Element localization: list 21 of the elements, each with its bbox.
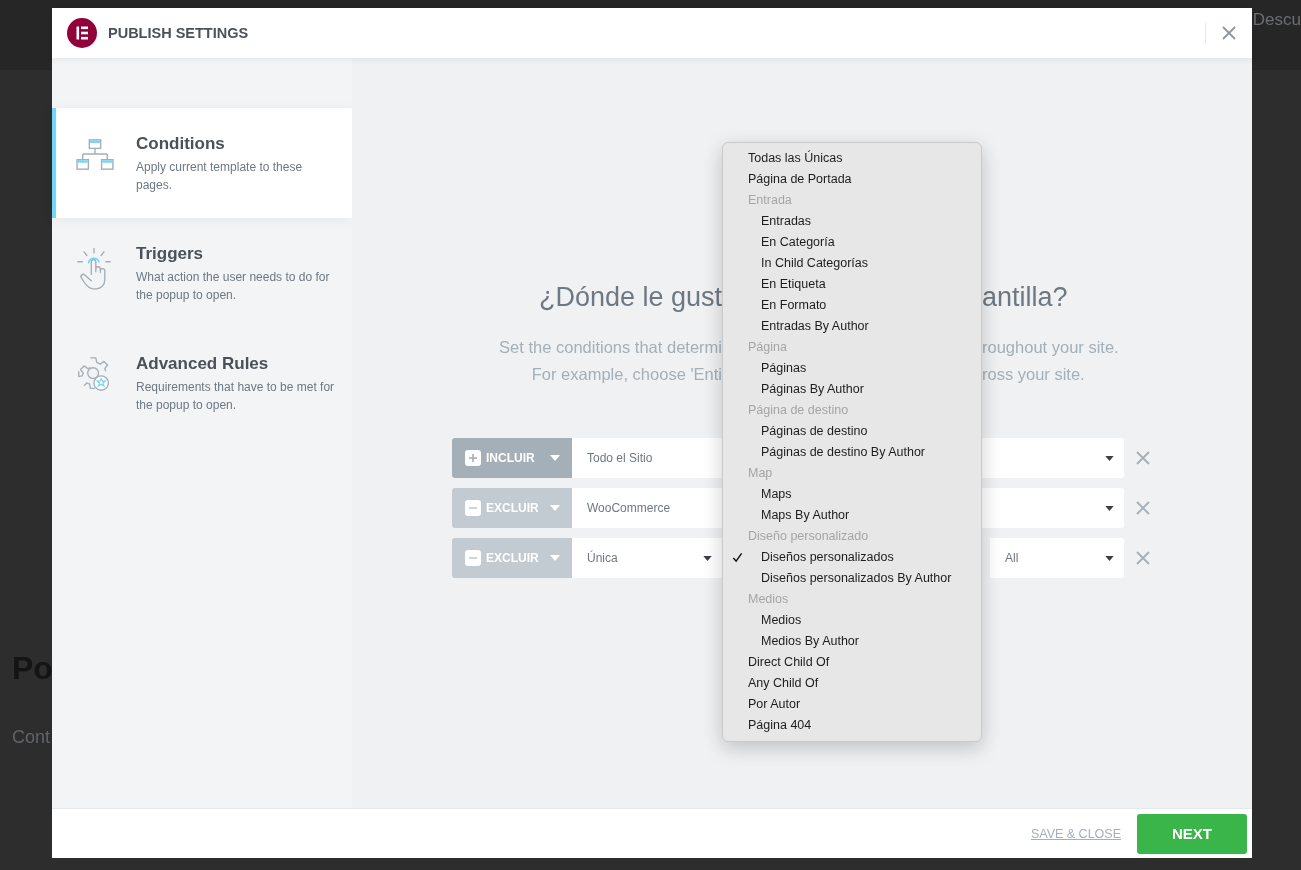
menu-group-label: Entrada [747,192,793,209]
description-text: Set the conditions that determi [498,337,722,358]
item-description: Requirements that have to be met for the popup to open. [136,379,336,414]
menu-group-label: Diseño personalizado [747,528,870,545]
background-text: Cont [12,727,51,748]
item-description: What action the user needs to do for the popup to open. [136,269,331,304]
heading: ¿Dónde le gust [537,281,722,314]
item-description: Apply current template to these pages. [136,159,304,194]
description-text: roughout your site. [982,337,1120,358]
item-title: Triggers [136,244,205,264]
menu-group-label: Página [747,339,788,356]
item-title: Conditions [136,134,226,154]
item-title: Advanced Rules [136,354,270,374]
window-title: PUBLISH SETTINGS [108,25,249,41]
description-text: ross your site. [982,364,1086,385]
description-text: For example, choose 'Enti [530,364,722,385]
heading: antilla? [982,281,1069,314]
menu-group-label: Medios [747,591,790,608]
menu-group-label: Página de destino [747,402,850,419]
background-text: Descu [1252,10,1301,30]
menu-group-label: Map [747,465,774,482]
